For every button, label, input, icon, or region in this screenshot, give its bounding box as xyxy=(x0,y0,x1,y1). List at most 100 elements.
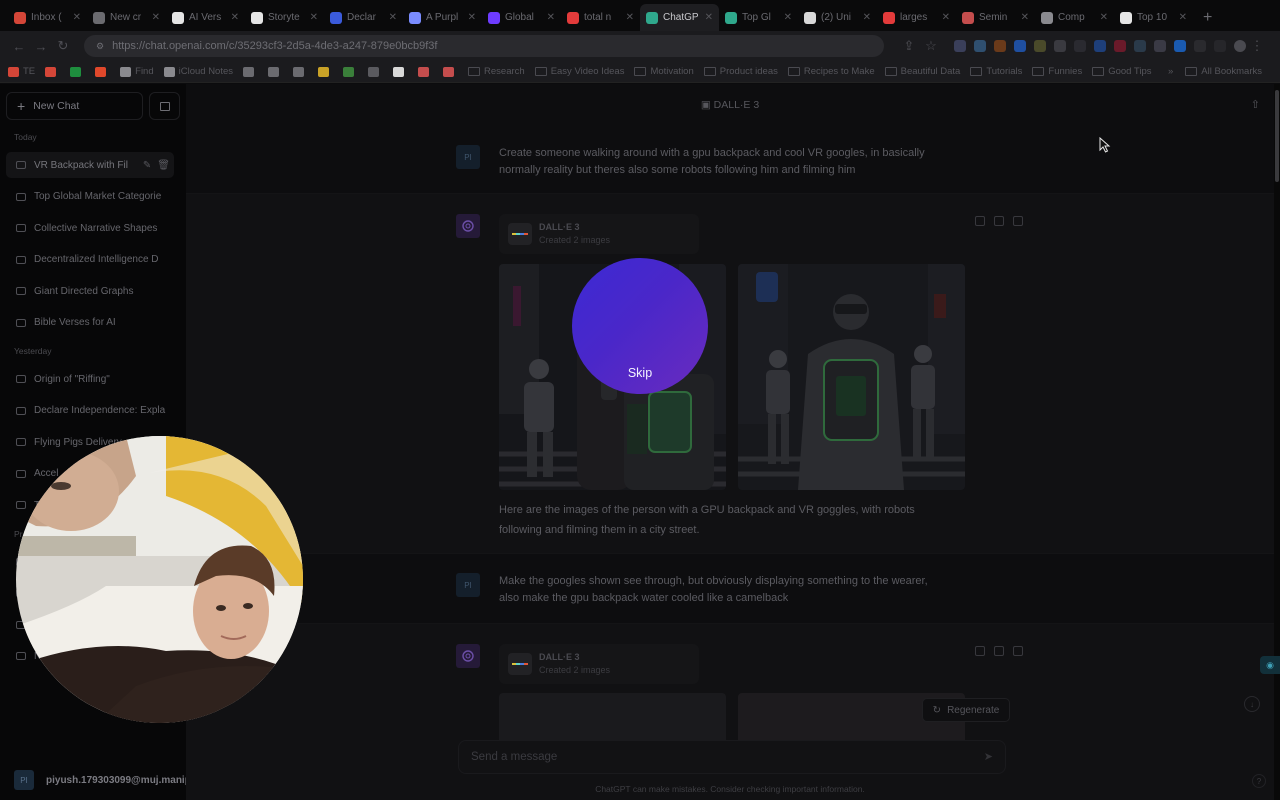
browser-tab[interactable]: Global ✕ xyxy=(482,4,561,31)
bookmark-item[interactable] xyxy=(70,66,85,77)
thumbs-up-icon[interactable] xyxy=(994,216,1004,226)
bookmark-item[interactable] xyxy=(45,66,60,77)
dalle-tool-card[interactable]: DALL·E 3 Created 2 images xyxy=(499,214,699,254)
all-bookmarks-link[interactable]: All Bookmarks xyxy=(1185,66,1262,77)
regenerate-button[interactable]: ↻ Regenerate xyxy=(922,698,1010,722)
chat-history-item[interactable]: Top Global Market Categorie xyxy=(6,184,174,210)
bookmark-folder[interactable]: Research xyxy=(468,66,525,77)
page-scrollbar[interactable] xyxy=(1274,84,1280,800)
close-tab-icon[interactable]: ✕ xyxy=(389,12,397,23)
close-tab-icon[interactable]: ✕ xyxy=(784,12,792,23)
browser-tab[interactable]: Declar ✕ xyxy=(324,4,403,31)
generated-image-2[interactable] xyxy=(738,264,965,490)
extension-icon[interactable] xyxy=(1134,40,1146,52)
trash-icon[interactable]: 🗑 xyxy=(157,160,170,171)
bookmark-item[interactable]: Find xyxy=(120,66,154,77)
close-tab-icon[interactable]: ✕ xyxy=(73,12,81,23)
browser-tab[interactable]: Storyte ✕ xyxy=(245,4,324,31)
message-input[interactable] xyxy=(471,751,951,763)
browser-tab[interactable]: (2) Uni ✕ xyxy=(798,4,877,31)
browser-tab[interactable]: Inbox (✕ xyxy=(8,4,87,31)
scroll-to-bottom-button[interactable]: ↓ xyxy=(1244,696,1260,712)
thumbs-down-icon[interactable] xyxy=(1013,646,1023,656)
browser-tab[interactable]: larges ✕ xyxy=(877,4,956,31)
back-icon[interactable]: ← xyxy=(8,39,30,54)
extension-icon[interactable] xyxy=(974,40,986,52)
extension-icon[interactable] xyxy=(1154,40,1166,52)
site-info-icon[interactable]: ⚙ xyxy=(96,41,104,52)
side-panel-icon[interactable]: ◉ xyxy=(1260,656,1280,674)
dalle-tool-card[interactable]: DALL·E 3 Created 2 images xyxy=(499,644,699,684)
chat-history-item[interactable]: Decentralized Intelligence D xyxy=(6,247,174,273)
thumbs-down-icon[interactable] xyxy=(1013,216,1023,226)
extension-icon[interactable] xyxy=(1094,40,1106,52)
close-tab-icon[interactable]: ✕ xyxy=(1021,12,1029,23)
close-tab-icon[interactable]: ✕ xyxy=(942,12,950,23)
extension-icon[interactable] xyxy=(1114,40,1126,52)
bookmark-folder[interactable]: Product ideas xyxy=(703,66,778,77)
thumbs-up-icon[interactable] xyxy=(994,646,1004,656)
close-tab-icon[interactable]: ✕ xyxy=(1179,12,1187,23)
browser-tab[interactable]: New cr ✕ xyxy=(87,4,166,31)
copy-icon[interactable] xyxy=(975,646,985,656)
bookmark-folder[interactable]: Good Tips xyxy=(1092,66,1152,77)
bookmark-item[interactable] xyxy=(418,66,433,77)
new-tab-button[interactable]: + xyxy=(1193,4,1222,31)
sidebar-panel-icon[interactable] xyxy=(1214,40,1226,52)
bookmark-folder[interactable]: Easy Video Ideas xyxy=(534,66,624,77)
chat-history-item[interactable]: Origin of "Riffing" xyxy=(6,366,174,392)
profile-avatar[interactable] xyxy=(1234,40,1246,52)
chat-history-item[interactable]: Collective Narrative Shapes xyxy=(6,215,174,241)
new-chat-button[interactable]: + New Chat xyxy=(6,92,143,120)
browser-menu-icon[interactable]: ⋮ xyxy=(1246,38,1268,54)
chat-history-item[interactable]: VR Backpack with Fil ✎ 🗑 xyxy=(6,152,174,178)
bookmark-item[interactable] xyxy=(443,66,458,77)
close-tab-icon[interactable]: ✕ xyxy=(310,12,318,23)
close-tab-icon[interactable]: ✕ xyxy=(547,12,555,23)
close-tab-icon[interactable]: ✕ xyxy=(626,12,634,23)
bookmark-item[interactable] xyxy=(268,66,283,77)
extension-icon[interactable] xyxy=(1034,40,1046,52)
skip-button[interactable]: Skip xyxy=(572,258,708,394)
browser-tab[interactable]: A Purpl ✕ xyxy=(403,4,482,31)
close-tab-icon[interactable]: ✕ xyxy=(152,12,160,23)
share-page-icon[interactable]: ⇪ xyxy=(898,38,920,54)
bookmark-folder[interactable]: Motivation xyxy=(634,66,694,77)
user-menu[interactable]: PI piyush.179303099@muj.manip xyxy=(0,760,186,800)
puzzle-icon[interactable] xyxy=(1194,40,1206,52)
browser-tab[interactable]: ChatGP ✕ xyxy=(640,4,719,31)
bookmark-folder[interactable]: Funnies xyxy=(1032,66,1082,77)
close-tab-icon[interactable]: ✕ xyxy=(1100,12,1108,23)
copy-icon[interactable] xyxy=(975,216,985,226)
close-tab-icon[interactable]: ✕ xyxy=(863,12,871,23)
browser-tab[interactable]: Top Gl ✕ xyxy=(719,4,798,31)
extension-icon[interactable] xyxy=(1174,40,1186,52)
bookmark-item[interactable]: TE xyxy=(8,66,35,77)
toggle-sidebar-button[interactable] xyxy=(149,92,180,120)
bookmark-item[interactable] xyxy=(343,66,358,77)
bookmark-item[interactable] xyxy=(95,66,110,77)
extension-icon[interactable] xyxy=(1074,40,1086,52)
scrollbar-thumb[interactable] xyxy=(1275,90,1279,182)
bookmark-item[interactable] xyxy=(293,66,308,77)
browser-tab[interactable]: Semin ✕ xyxy=(956,4,1035,31)
browser-tab[interactable]: Top 10 ✕ xyxy=(1114,4,1193,31)
reload-icon[interactable]: ↻ xyxy=(52,38,74,54)
extension-icon[interactable] xyxy=(994,40,1006,52)
bookmark-item[interactable] xyxy=(368,66,383,77)
bookmark-item[interactable] xyxy=(243,66,258,77)
share-chat-button[interactable]: ⇧ xyxy=(1251,98,1260,111)
send-icon[interactable]: ➤ xyxy=(984,750,993,763)
help-button[interactable]: ? xyxy=(1252,774,1266,788)
chat-history-item[interactable]: Declare Independence: Expla xyxy=(6,398,174,424)
bookmark-folder[interactable]: Recipes to Make xyxy=(787,66,875,77)
browser-tab[interactable]: Comp ✕ xyxy=(1035,4,1114,31)
bookmarks-overflow[interactable]: » xyxy=(1168,66,1173,77)
chat-history-item[interactable]: Giant Directed Graphs xyxy=(6,278,174,304)
close-tab-icon[interactable]: ✕ xyxy=(705,12,713,23)
bookmark-star-icon[interactable]: ☆ xyxy=(920,38,942,54)
forward-icon[interactable]: → xyxy=(30,39,52,54)
edit-icon[interactable]: ✎ xyxy=(143,160,151,171)
bookmark-item[interactable] xyxy=(393,66,408,77)
browser-tab[interactable]: AI Vers ✕ xyxy=(166,4,245,31)
